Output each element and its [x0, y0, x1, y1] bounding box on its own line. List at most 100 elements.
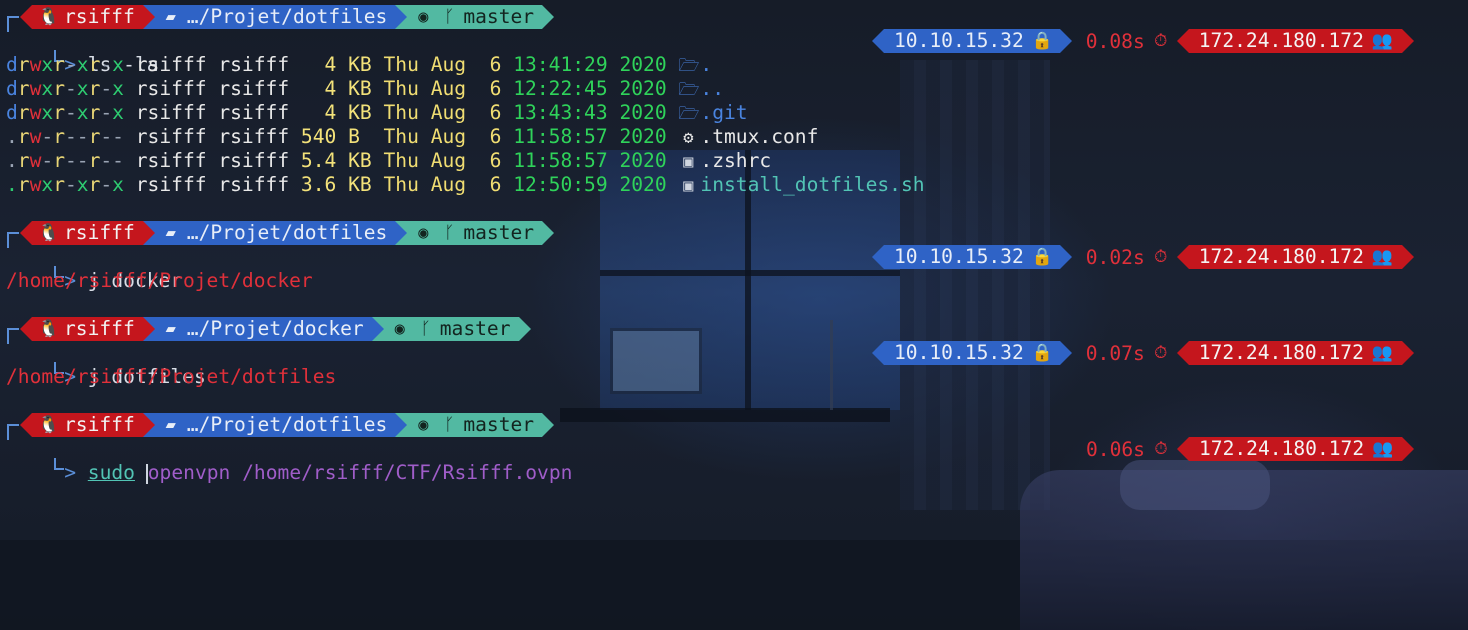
- prompt-user-segment: 🐧 rsifff: [32, 317, 143, 341]
- list-item: .rw-r--r-- rsifff rsifff 540 B Thu Aug 6…: [6, 125, 818, 149]
- file-size: 3.6: [300, 173, 337, 196]
- prompt-bar: 🐧 rsifff ▰ …/Projet/docker ◉ ᚴ master: [20, 317, 531, 341]
- permission-char: -: [76, 125, 89, 148]
- file-month: Aug: [430, 77, 467, 100]
- permission-char: r: [88, 53, 101, 76]
- permission-char: -: [112, 149, 124, 172]
- folder-open-icon: 🗁: [678, 104, 700, 124]
- file-date: 6: [477, 53, 502, 76]
- permission-char: r: [88, 77, 101, 100]
- permission-char: d: [6, 53, 18, 76]
- file-size-unit: KB: [348, 173, 372, 196]
- permission-char: r: [17, 77, 30, 100]
- vpn-ip-segment: 10.10.15.32 🔒: [884, 341, 1060, 365]
- users-icon: 👥: [1371, 31, 1394, 51]
- permission-char: r: [88, 149, 101, 172]
- permission-char: r: [88, 125, 101, 148]
- permission-char: .: [6, 173, 18, 196]
- permission-char: -: [76, 149, 89, 172]
- linux-tux-icon: 🐧: [38, 415, 60, 435]
- permission-char: w: [29, 53, 42, 76]
- exec-time: 0.02s ⏱: [1072, 246, 1177, 269]
- folder-icon: ▰: [165, 7, 176, 27]
- file-name: ..: [700, 77, 725, 100]
- file-owner: rsifff: [135, 173, 207, 196]
- users-icon: 👥: [1371, 247, 1394, 267]
- file-date: 6: [477, 149, 502, 172]
- right-prompt: 10.10.15.32 🔒 0.07s ⏱ 172.24.180.172 👥: [872, 341, 1414, 365]
- permission-char: r: [17, 149, 30, 172]
- permission-char: -: [64, 77, 77, 100]
- file-day: Thu: [383, 125, 419, 148]
- file-date: 6: [477, 101, 502, 124]
- right-prompt: 10.10.15.32 🔒 0.02s ⏱ 172.24.180.172 👥: [872, 245, 1414, 269]
- permission-char: -: [100, 149, 113, 172]
- prompt-bar: 🐧 rsifff ▰ …/Projet/dotfiles ◉ ᚴ master: [20, 413, 555, 437]
- file-year: 2020: [619, 53, 667, 76]
- file-group: rsifff: [218, 149, 290, 172]
- file-time: 12:50:59: [513, 173, 608, 196]
- prompt-path-segment: ▰ …/Projet/dotfiles: [154, 413, 396, 437]
- permission-char: -: [64, 173, 77, 196]
- file-time: 13:41:29: [513, 53, 608, 76]
- folder-icon: ▰: [165, 319, 176, 339]
- permission-char: r: [88, 101, 101, 124]
- folder-open-icon: 🗁: [678, 56, 700, 76]
- permission-char: r: [53, 125, 65, 148]
- folder-open-icon: 🗁: [678, 80, 700, 100]
- file-size: 4: [300, 77, 337, 100]
- permission-char: x: [112, 101, 124, 124]
- file-month: Aug: [430, 125, 467, 148]
- file-year: 2020: [619, 149, 667, 172]
- permission-char: w: [29, 125, 42, 148]
- permission-char: x: [112, 173, 124, 196]
- file-day: Thu: [383, 173, 419, 196]
- file-time: 11:58:57: [513, 149, 608, 172]
- permission-char: .: [6, 149, 18, 172]
- timer-icon: ⏱: [1154, 247, 1168, 267]
- permission-char: -: [64, 125, 77, 148]
- list-item: drwxr-xr-x rsifff rsifff 4 KB Thu Aug 6 …: [6, 53, 712, 77]
- command-binary: openvpn: [147, 461, 231, 484]
- folder-icon: ▰: [165, 415, 176, 435]
- lock-icon: 🔒: [1031, 343, 1053, 363]
- file-size-unit: B: [348, 125, 372, 148]
- right-prompt: 10.10.15.32 🔒 0.08s ⏱ 172.24.180.172 👥: [872, 29, 1414, 53]
- prompt-path-segment: ▰ …/Projet/dotfiles: [154, 221, 396, 245]
- permission-char: d: [6, 101, 18, 124]
- file-year: 2020: [619, 125, 667, 148]
- command-output: /home/rsifff/Projet/dotfiles: [6, 365, 337, 388]
- file-owner: rsifff: [135, 149, 207, 172]
- timer-icon: ⏱: [1154, 31, 1168, 51]
- file-name: install_dotfiles.sh: [700, 173, 925, 196]
- terminal-window[interactable]: 🐧 rsifff ▰ …/Projet/dotfiles ◉ ᚴ master > ls…: [0, 0, 1468, 630]
- permission-char: r: [53, 149, 65, 172]
- permission-char: d: [6, 77, 18, 100]
- file-month: Aug: [430, 173, 467, 196]
- file-year: 2020: [619, 173, 667, 196]
- file-day: Thu: [383, 53, 419, 76]
- file-time: 12:22:45: [513, 77, 608, 100]
- users-icon: 👥: [1371, 343, 1394, 363]
- file-time: 11:58:57: [513, 125, 608, 148]
- permission-char: w: [29, 149, 42, 172]
- file-group: rsifff: [218, 173, 290, 196]
- file-month: Aug: [430, 53, 467, 76]
- permission-char: r: [17, 101, 30, 124]
- github-octocat-icon: ◉: [418, 415, 429, 435]
- permission-char: w: [29, 101, 42, 124]
- file-size-unit: KB: [348, 149, 372, 172]
- file-owner: rsifff: [135, 77, 207, 100]
- file-size-unit: KB: [348, 77, 372, 100]
- permission-char: x: [41, 173, 54, 196]
- permission-char: x: [41, 53, 54, 76]
- command-line: > ls -la: [7, 29, 159, 76]
- prompt-git-segment: ◉ ᚴ master: [407, 413, 543, 437]
- permission-char: -: [64, 101, 77, 124]
- permission-char: -: [64, 149, 77, 172]
- host-ip-segment: 172.24.180.172 👥: [1188, 245, 1402, 269]
- command-input-line[interactable]: > sudo openvpn /home/rsifff/CTF/Rsifff.o…: [7, 437, 572, 484]
- permission-char: -: [100, 77, 113, 100]
- file-day: Thu: [383, 101, 419, 124]
- permission-char: w: [29, 77, 42, 100]
